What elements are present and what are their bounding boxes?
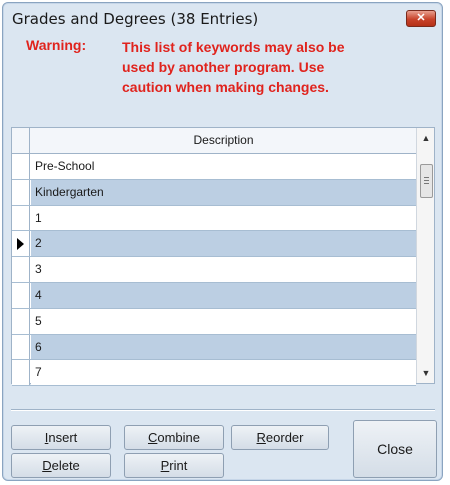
combine-label: ombine bbox=[157, 430, 201, 445]
table-row[interactable]: 3 bbox=[12, 257, 416, 283]
keyword-grid[interactable]: Description Pre-School Kindergarten 1 2 … bbox=[11, 127, 435, 387]
print-label: rint bbox=[169, 458, 188, 473]
grip-line bbox=[424, 180, 429, 181]
print-button[interactable]: Print bbox=[124, 453, 224, 478]
grid-corner-cell bbox=[12, 128, 30, 153]
grid-rows: Pre-School Kindergarten 1 2 3 4 5 6 7 bbox=[12, 154, 416, 387]
description-cell[interactable]: 3 bbox=[31, 257, 416, 282]
warning-line: used by another program. Use bbox=[122, 59, 325, 75]
scrollbar-thumb[interactable] bbox=[420, 164, 433, 198]
close-button[interactable]: Close bbox=[353, 420, 437, 478]
close-icon: ✕ bbox=[416, 12, 426, 24]
table-row[interactable]: 4 bbox=[12, 282, 416, 309]
description-cell[interactable]: 4 bbox=[31, 282, 416, 308]
reorder-label: eorder bbox=[265, 430, 304, 445]
grip-line bbox=[424, 177, 429, 178]
table-row[interactable]: 7 bbox=[12, 360, 416, 387]
grid-header: Description bbox=[12, 128, 416, 154]
description-cell[interactable]: 2 bbox=[31, 231, 416, 257]
current-row-pointer-icon bbox=[17, 238, 24, 251]
description-cell[interactable]: 7 bbox=[31, 360, 416, 386]
title-bar: Grades and Degrees (38 Entries) ✕ bbox=[3, 3, 442, 33]
warning-line: caution when making changes. bbox=[122, 79, 329, 95]
scroll-down-arrow-icon[interactable]: ▼ bbox=[417, 363, 435, 383]
reorder-button[interactable]: Reorder bbox=[231, 425, 329, 450]
column-header-description[interactable]: Description bbox=[31, 128, 416, 153]
vertical-scrollbar[interactable]: ▲ ▼ bbox=[416, 128, 434, 383]
row-selector[interactable] bbox=[12, 205, 30, 231]
window-title: Grades and Degrees (38 Entries) bbox=[12, 10, 259, 28]
button-separator bbox=[11, 409, 435, 411]
row-selector[interactable] bbox=[12, 154, 30, 179]
print-hotkey: P bbox=[160, 458, 170, 473]
reorder-hotkey: R bbox=[256, 430, 266, 445]
warning-message: This list of keywords may also be used b… bbox=[122, 37, 422, 97]
combine-hotkey: C bbox=[147, 430, 158, 445]
table-row-selected[interactable]: 2 bbox=[12, 231, 416, 258]
table-row[interactable]: 5 bbox=[12, 308, 416, 335]
row-selector[interactable] bbox=[12, 179, 30, 205]
table-row[interactable]: 6 bbox=[12, 334, 416, 361]
warning-label: Warning: bbox=[26, 37, 87, 53]
row-selector[interactable] bbox=[12, 257, 30, 282]
table-row[interactable]: Pre-School bbox=[12, 154, 416, 180]
row-selector[interactable] bbox=[12, 334, 30, 360]
delete-button[interactable]: Delete bbox=[11, 453, 111, 478]
combine-button[interactable]: Combine bbox=[124, 425, 224, 450]
description-cell[interactable]: 6 bbox=[31, 334, 416, 360]
delete-hotkey: D bbox=[42, 458, 52, 473]
scroll-up-arrow-icon[interactable]: ▲ bbox=[417, 128, 435, 148]
row-selector[interactable] bbox=[12, 308, 30, 334]
insert-button[interactable]: Insert bbox=[11, 425, 111, 450]
table-row[interactable]: 1 bbox=[12, 205, 416, 232]
grip-line bbox=[424, 183, 429, 184]
table-row[interactable]: Kindergarten bbox=[12, 179, 416, 206]
description-cell[interactable]: 5 bbox=[31, 308, 416, 334]
warning-line: This list of keywords may also be bbox=[122, 39, 345, 55]
row-selector[interactable] bbox=[12, 360, 30, 386]
description-cell[interactable]: Kindergarten bbox=[31, 179, 416, 205]
delete-label: elete bbox=[51, 458, 80, 473]
close-window-button[interactable]: ✕ bbox=[406, 10, 436, 27]
row-selector[interactable] bbox=[12, 231, 30, 257]
description-cell[interactable]: Pre-School bbox=[31, 154, 416, 179]
insert-label: nsert bbox=[48, 430, 78, 445]
description-cell[interactable]: 1 bbox=[31, 205, 416, 231]
row-selector[interactable] bbox=[12, 282, 30, 308]
